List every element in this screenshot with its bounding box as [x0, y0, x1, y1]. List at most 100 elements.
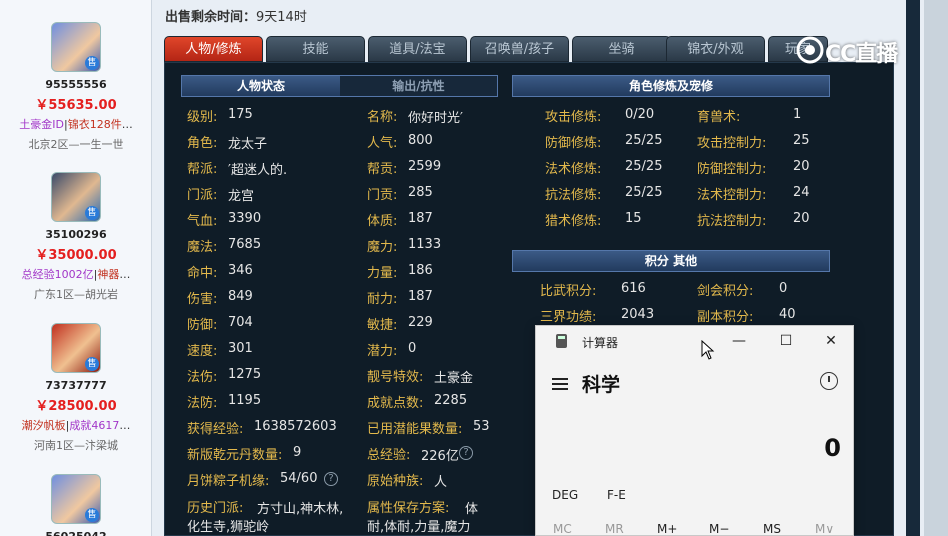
listing-tag[interactable]: 总经验1002亿 — [22, 268, 94, 281]
stat-value: 2599 — [408, 159, 442, 174]
stat-value: 849 — [228, 289, 253, 304]
listing-price: ￥55635.00 — [35, 98, 117, 113]
stat-label: 门派: — [187, 188, 218, 203]
character-avatar[interactable]: 售 — [51, 22, 101, 72]
stat-label: 潜力: — [367, 344, 398, 359]
memory-store-button[interactable]: MS — [763, 522, 781, 536]
character-avatar[interactable]: 售 — [51, 474, 101, 524]
stat-label: 伤害: — [187, 292, 218, 307]
stat-value: 187 — [408, 211, 433, 226]
stat-label: 魔法: — [187, 240, 218, 255]
stat-value: 25/25 — [625, 133, 663, 148]
stat-label: 敏捷: — [367, 318, 398, 333]
stat-value: 285 — [408, 185, 433, 200]
stat-value: 土豪金 — [434, 371, 474, 386]
stat-value: 方寸山,神木林, — [257, 502, 344, 517]
stat-label: 月饼粽子机缘: — [187, 474, 270, 489]
tab-output-resistance[interactable]: 输出/抗性 — [340, 76, 497, 96]
stat-value: ′超迷人的. — [228, 163, 288, 178]
memory-list-button[interactable]: M∨ — [815, 522, 834, 536]
character-avatar[interactable]: 售 — [51, 172, 101, 222]
listing-price: ￥28500.00 — [35, 399, 117, 414]
stat-label: 角色: — [187, 136, 218, 151]
tab-items[interactable]: 道具/法宝 — [368, 36, 467, 62]
tab-summons[interactable]: 召唤兽/孩子 — [470, 36, 569, 62]
calculator-window[interactable]: 计算器 — ☐ ✕ 科学 0 DEG F-E MC MR M+ M− MS M∨ — [535, 325, 854, 536]
help-icon[interactable]: ? — [459, 446, 473, 460]
watermark-text: CC直播 — [825, 42, 898, 67]
hamburger-menu-icon[interactable] — [552, 378, 568, 390]
listing-item[interactable]: 售 35100296 ￥35000.00 总经验1002亿|神器… 广东1区—胡… — [0, 172, 152, 302]
listing-tag[interactable]: 潮汐帆板 — [22, 419, 66, 432]
maximize-button[interactable]: ☐ — [776, 331, 796, 351]
minimize-button[interactable]: — — [729, 331, 749, 351]
stat-label: 三界功绩: — [540, 310, 597, 325]
stat-value: 15 — [625, 211, 642, 226]
stat-label: 耐力: — [367, 292, 398, 307]
stat-value: 175 — [228, 107, 253, 122]
listing-item[interactable]: 售 95555556 ￥55635.00 土豪金ID|锦衣128件… 北京2区—… — [0, 22, 152, 152]
stat-label: 抗法修炼: — [545, 188, 602, 203]
stat-value: 9 — [293, 445, 302, 460]
calculator-titlebar[interactable]: 计算器 — ☐ ✕ — [536, 326, 853, 356]
memory-add-button[interactable]: M+ — [657, 522, 677, 536]
stat-label: 比武积分: — [540, 284, 597, 299]
stat-label: 成就点数: — [367, 396, 424, 411]
listing-tag[interactable]: 土豪金ID — [19, 118, 64, 131]
listing-tag[interactable]: 神器 — [97, 268, 119, 281]
stat-value: 你好时光′ — [408, 111, 463, 126]
stat-value: 龙宫 — [228, 189, 255, 204]
tab-mounts[interactable]: 坐骑 — [572, 36, 671, 62]
stat-value: 7685 — [228, 237, 262, 252]
listing-tag[interactable]: 成就4617 — [69, 419, 119, 432]
stat-label: 门贡: — [367, 188, 398, 203]
stat-value: 229 — [408, 315, 433, 330]
memory-recall-button[interactable]: MR — [605, 522, 624, 536]
stat-value: 0/20 — [625, 107, 655, 122]
stat-label: 剑会积分: — [697, 284, 754, 299]
character-avatar[interactable]: 售 — [51, 323, 101, 373]
deg-button[interactable]: DEG — [552, 488, 578, 502]
calculator-title: 计算器 — [582, 336, 619, 350]
memory-clear-button[interactable]: MC — [553, 522, 572, 536]
help-icon[interactable]: ? — [324, 472, 338, 486]
listing-tag[interactable]: 锦衣128件 — [68, 118, 122, 131]
stat-label: 防御: — [187, 318, 218, 333]
stat-label: 总经验: — [367, 448, 411, 463]
close-button[interactable]: ✕ — [821, 331, 841, 351]
stat-label: 气血: — [187, 214, 218, 229]
page-dark-strip — [906, 0, 920, 536]
listing-id: 35100296 — [45, 228, 107, 241]
stat-value: 0 — [779, 281, 788, 296]
listing-id: 95555556 — [45, 78, 107, 91]
stat-label: 副本积分: — [697, 310, 754, 325]
tab-character-status[interactable]: 人物状态 — [182, 76, 340, 96]
listing-item[interactable]: 售 56025042 — [0, 474, 152, 536]
stat-value: 耐,体耐,力量,魔力 — [367, 520, 471, 535]
calculator-mode-title: 科学 — [582, 374, 621, 396]
tab-character[interactable]: 人物/修炼 — [164, 36, 263, 62]
tab-outfits[interactable]: 锦衣/外观 — [666, 36, 765, 62]
tab-skills[interactable]: 技能 — [266, 36, 365, 62]
stat-value: 0 — [408, 341, 417, 356]
stat-value: 1195 — [228, 393, 262, 408]
stat-value: 1275 — [228, 367, 262, 382]
listing-id: 73737777 — [45, 379, 107, 392]
stat-label: 靓号特效: — [367, 370, 424, 385]
stat-value: 25/25 — [625, 185, 663, 200]
fe-button[interactable]: F-E — [607, 488, 626, 502]
stat-label: 育兽术: — [697, 110, 741, 125]
memory-subtract-button[interactable]: M− — [709, 522, 729, 536]
listing-server: 广东1区—胡光岩 — [34, 288, 118, 301]
stat-value: 体 — [465, 502, 479, 517]
stat-label: 防御修炼: — [545, 136, 602, 151]
sale-badge: 售 — [85, 508, 99, 522]
stat-label: 攻击修炼: — [545, 110, 602, 125]
stat-value: 人 — [434, 475, 448, 490]
stat-label: 法防: — [187, 396, 218, 411]
cc-live-watermark: CC直播 — [795, 34, 920, 67]
listing-item[interactable]: 售 73737777 ￥28500.00 潮汐帆板|成就4617… 河南1区—汴… — [0, 323, 152, 453]
stat-value: 24 — [793, 185, 810, 200]
page-scrollbar[interactable] — [924, 0, 948, 536]
history-icon[interactable] — [820, 372, 838, 390]
